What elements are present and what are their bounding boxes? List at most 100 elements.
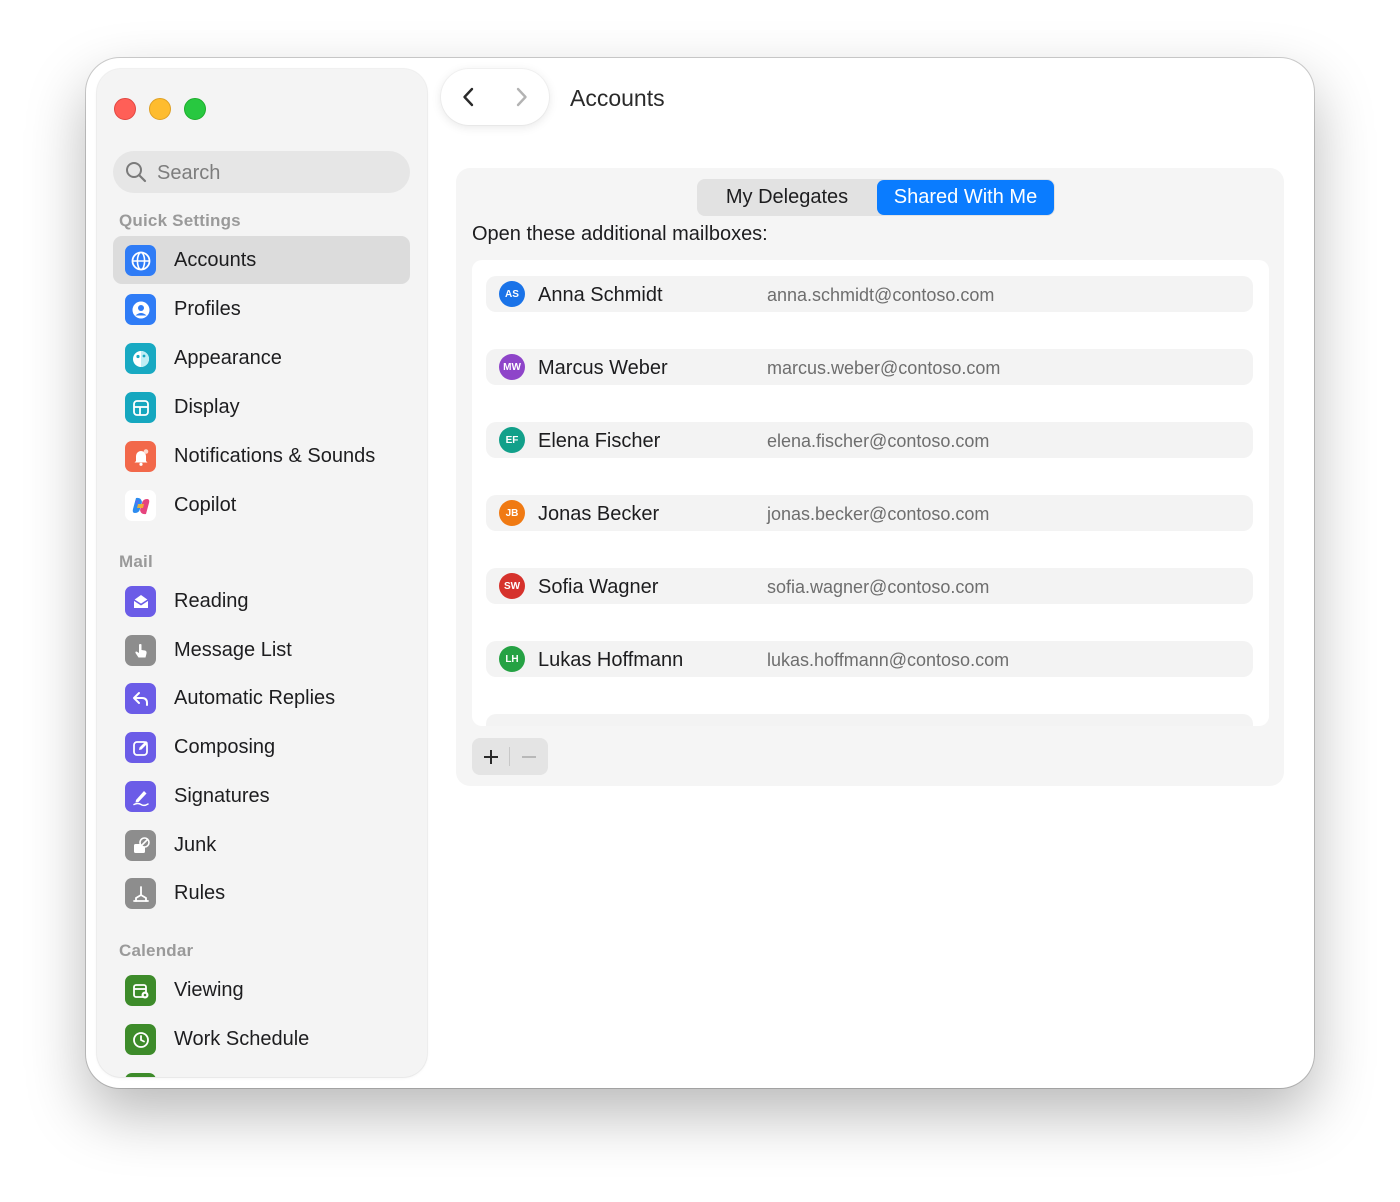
sidebar-item-label: Work Schedule xyxy=(174,1028,310,1050)
page-title: Accounts xyxy=(570,85,665,111)
mailbox-name: Jonas Becker xyxy=(538,503,660,525)
appearance-icon xyxy=(125,343,156,374)
avatar: LH xyxy=(499,646,525,672)
compose-icon xyxy=(125,732,156,763)
calendar-icon xyxy=(125,1073,156,1077)
mailbox-name: Anna Schmidt xyxy=(538,284,663,306)
sidebar-item-automatic-replies[interactable]: Automatic Replies xyxy=(113,674,410,722)
sidebar-item-label: Junk xyxy=(174,834,217,856)
sidebar-item-partial xyxy=(113,1064,410,1077)
search-icon xyxy=(126,162,147,183)
calendar-settings-icon xyxy=(125,975,156,1006)
sidebar-item-label: Composing xyxy=(174,736,276,758)
list-item[interactable]: MW Marcus Weber marcus.weber@contoso.com xyxy=(486,349,1253,385)
mailbox-email: anna.schmidt@contoso.com xyxy=(767,285,995,305)
mailbox-name: Marcus Weber xyxy=(538,357,668,379)
remove-mailbox-button[interactable] xyxy=(510,738,547,775)
list-item[interactable]: LH Lukas Hoffmann lukas.hoffmann@contoso… xyxy=(486,641,1253,677)
tab-shared-with-me[interactable]: Shared With Me xyxy=(877,180,1054,215)
mailbox-name: Lukas Hoffmann xyxy=(538,649,684,671)
sidebar-item-label: Profiles xyxy=(174,298,241,320)
add-mailbox-button[interactable] xyxy=(472,738,509,775)
chevron-right-icon xyxy=(516,87,527,107)
mailbox-list[interactable]: AS Anna Schmidt anna.schmidt@contoso.com… xyxy=(472,260,1269,726)
signature-icon xyxy=(125,781,156,812)
copilot-icon xyxy=(125,490,156,521)
clock-icon xyxy=(125,1024,156,1055)
globe-icon xyxy=(125,245,156,276)
sidebar-item-copilot[interactable]: Copilot xyxy=(113,481,410,529)
list-item[interactable]: AS Anna Schmidt anna.schmidt@contoso.com xyxy=(486,276,1253,312)
delegation-tabs: My Delegates Shared With Me xyxy=(697,179,1055,216)
mailbox-email: lukas.hoffmann@contoso.com xyxy=(767,650,1010,670)
display-icon xyxy=(125,392,156,423)
mailbox-email: sofia.wagner@contoso.com xyxy=(767,577,990,597)
back-button[interactable] xyxy=(455,83,483,111)
shared-mailboxes-panel: My Delegates Shared With Me Open these a… xyxy=(456,168,1284,786)
rules-icon xyxy=(125,878,156,909)
avatar: SW xyxy=(499,573,525,599)
mailbox-name: Sofia Wagner xyxy=(538,576,659,598)
search-input[interactable] xyxy=(155,151,399,195)
mailbox-name: Elena Fischer xyxy=(538,430,661,452)
minimize-window-button[interactable] xyxy=(149,98,171,120)
list-item[interactable]: JB Jonas Becker jonas.becker@contoso.com xyxy=(486,495,1253,531)
sidebar-item-label: Viewing xyxy=(174,979,244,1001)
sidebar-item-appearance[interactable]: Appearance xyxy=(113,334,410,382)
list-item[interactable]: SW Sofia Wagner sofia.wagner@contoso.com xyxy=(486,568,1253,604)
sidebar-item-viewing[interactable]: Viewing xyxy=(113,966,410,1014)
close-window-button[interactable] xyxy=(114,98,136,120)
mailbox-email: jonas.becker@contoso.com xyxy=(767,504,990,524)
sidebar-item-label: Rules xyxy=(174,882,226,904)
sidebar-item-message-list[interactable]: Message List xyxy=(113,626,410,674)
search-field[interactable] xyxy=(113,151,410,195)
bell-icon xyxy=(125,441,156,472)
sidebar-item-label: Accounts xyxy=(174,249,257,271)
section-label-calendar: Calendar xyxy=(119,941,194,960)
sidebar-item-notifications-sounds[interactable]: Notifications & Sounds xyxy=(113,432,410,480)
mailbox-email: marcus.weber@contoso.com xyxy=(767,358,1001,378)
section-label-quick-settings: Quick Settings xyxy=(119,211,241,230)
junk-icon xyxy=(125,830,156,861)
panel-heading: Open these additional mailboxes: xyxy=(472,223,768,245)
tab-my-delegates[interactable]: My Delegates xyxy=(698,180,876,215)
list-item-partial xyxy=(486,714,1253,726)
avatar: JB xyxy=(499,500,525,526)
sidebar-item-label: Appearance xyxy=(174,347,282,369)
section-label-mail: Mail xyxy=(119,552,153,571)
list-item[interactable]: EF Elena Fischer elena.fischer@contoso.c… xyxy=(486,422,1253,458)
sidebar-item-label: Notifications & Sounds xyxy=(174,445,376,467)
sidebar-item-reading[interactable]: Reading xyxy=(113,577,410,625)
plus-icon xyxy=(483,749,498,764)
hand-pointer-icon xyxy=(125,635,156,666)
sidebar-item-accounts[interactable]: Accounts xyxy=(113,236,410,284)
avatar: MW xyxy=(499,354,525,380)
avatar: AS xyxy=(499,281,525,307)
sidebar-item-rules[interactable]: Rules xyxy=(113,869,410,917)
mailbox-email: elena.fischer@contoso.com xyxy=(767,431,990,451)
minus-icon xyxy=(521,755,536,758)
sidebar-item-work-schedule[interactable]: Work Schedule xyxy=(113,1015,410,1063)
sidebar-item-label: Automatic Replies xyxy=(174,687,336,709)
zoom-window-button[interactable] xyxy=(184,98,206,120)
sidebar-item-junk[interactable]: Junk xyxy=(113,821,410,869)
sidebar-item-display[interactable]: Display xyxy=(113,383,410,431)
sidebar-item-profiles[interactable]: Profiles xyxy=(113,285,410,333)
sidebar-item-signatures[interactable]: Signatures xyxy=(113,772,410,820)
sidebar-item-label: Reading xyxy=(174,590,249,612)
reply-icon xyxy=(125,683,156,714)
sidebar-item-label: Display xyxy=(174,396,240,418)
navigation-controls xyxy=(441,69,549,125)
add-remove-control xyxy=(472,738,548,775)
sidebar-item-label: Signatures xyxy=(174,785,270,807)
chevron-left-icon xyxy=(463,87,474,107)
sidebar-item-composing[interactable]: Composing xyxy=(113,723,410,771)
envelope-open-icon xyxy=(125,586,156,617)
forward-button[interactable] xyxy=(507,83,535,111)
sidebar-item-label: Message List xyxy=(174,639,292,661)
profile-icon xyxy=(125,294,156,325)
avatar: EF xyxy=(499,427,525,453)
sidebar: Quick Settings Accounts Profiles Appeara… xyxy=(97,69,427,1077)
sidebar-item-label: Copilot xyxy=(174,494,237,516)
settings-window: Quick Settings Accounts Profiles Appeara… xyxy=(86,58,1314,1088)
